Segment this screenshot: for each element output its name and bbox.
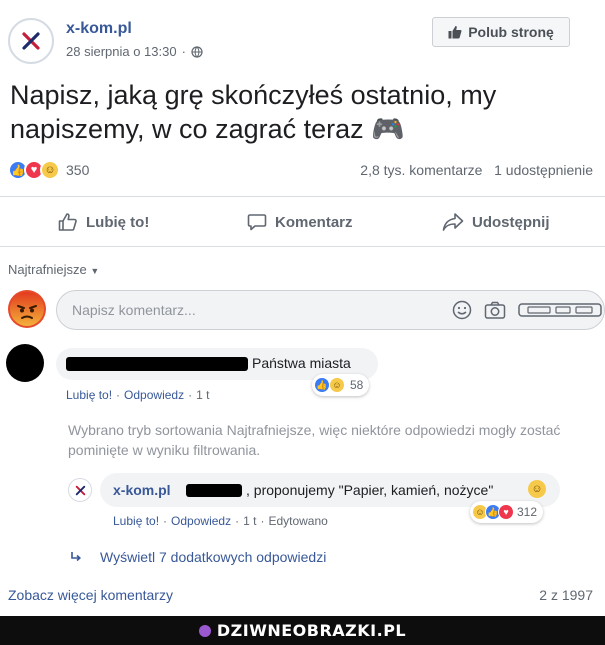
x-logo-icon [22, 32, 40, 50]
composer-tools [452, 300, 602, 320]
reactions-summary[interactable]: 👍 ♥ ☺ 350 [8, 160, 89, 180]
sort-dropdown[interactable]: Najtrafniejsze ▼ [8, 262, 99, 277]
reply-author[interactable]: x-kom.pl [113, 482, 171, 498]
haha-reaction-icon: ☺ [40, 160, 60, 180]
angry-face-icon [10, 292, 44, 326]
gif-icon[interactable] [518, 302, 602, 318]
thumbs-up-icon [448, 26, 462, 39]
love-reaction-icon: ♥ [498, 504, 514, 520]
reply-arrow-icon [71, 552, 82, 562]
like-page-button[interactable]: Polub stronę [432, 17, 570, 47]
separator-dot: · [188, 388, 193, 402]
reply-reactions[interactable]: ☺ 👍 ♥ 312 [470, 501, 544, 523]
comment-reaction-count: 58 [350, 378, 364, 392]
sort-label: Najtrafniejsze [8, 262, 87, 277]
comment-like-link[interactable]: Lubię to! [66, 388, 112, 402]
like-label: Lubię to! [86, 213, 150, 231]
user-avatar [8, 290, 46, 328]
watermark-text: DZIWNEOBRAZKI.PL [216, 621, 407, 640]
post-date[interactable]: 28 sierpnia o 13:30 [66, 44, 177, 59]
like-reaction-icon: 👍 [314, 377, 330, 393]
reply-actions: Lubię to! · Odpowiedz · 1 t · Edytowano [113, 514, 328, 528]
thumbs-up-outline-icon [58, 213, 77, 231]
watermark-bar: DZIWNEOBRAZKI.PL [0, 616, 605, 645]
comment-time[interactable]: 1 t [196, 388, 209, 402]
comment-icon [247, 214, 267, 231]
page-avatar[interactable] [8, 18, 54, 64]
comment-page-count: 2 z 1997 [539, 587, 593, 603]
reply-text: , proponujemy "Papier, kamień, nożyce" [246, 482, 494, 498]
comment-placeholder: Napisz komentarz... [72, 302, 196, 318]
comment-label: Komentarz [275, 213, 353, 231]
separator-dot: · [163, 514, 168, 528]
like-button[interactable]: Lubię to! [58, 208, 149, 236]
filter-note: Wybrano tryb sortowania Najtrafniejsze, … [68, 422, 561, 458]
camera-icon[interactable] [484, 300, 506, 320]
watermark: DZIWNEOBRAZKI.PL [198, 621, 407, 640]
edited-label[interactable]: Edytowano [268, 514, 327, 528]
divider [0, 196, 605, 197]
post-text: Napisz, jaką grę skończyłeś ostatnio, my… [10, 80, 497, 144]
caret-down-icon: ▼ [90, 266, 100, 276]
separator-dot: · [260, 514, 265, 528]
divider [0, 246, 605, 247]
more-replies-link[interactable]: Wyświetl 7 dodatkowych odpowiedzi [70, 549, 326, 565]
post-meta: 28 sierpnia o 13:30 · [66, 44, 203, 59]
haha-reaction-icon: ☺ [329, 377, 345, 393]
like-page-label: Polub stronę [468, 24, 554, 40]
share-button[interactable]: Udostępnij [442, 208, 550, 236]
redacted-mention [186, 484, 242, 497]
reaction-count: 350 [66, 162, 90, 178]
comment-reply-link[interactable]: Odpowiedz [124, 388, 184, 402]
reply-like-link[interactable]: Lubię to! [113, 514, 159, 528]
share-icon [442, 213, 464, 231]
share-label: Udostępnij [472, 213, 550, 231]
comment-reactions[interactable]: 👍 ☺ 58 [312, 374, 370, 396]
smile-emoji-icon: ☺ [528, 480, 546, 498]
comment-actions: Lubię to! · Odpowiedz · 1 t [66, 388, 209, 402]
redacted-name [66, 357, 248, 371]
see-more-comments-link[interactable]: Zobacz więcej komentarzy [8, 587, 173, 603]
reply-reaction-count: 312 [517, 505, 538, 519]
separator-dot: · [235, 514, 240, 528]
reply-time[interactable]: 1 t [243, 514, 256, 528]
site-logo-icon [198, 624, 211, 637]
reply-page-avatar[interactable] [68, 478, 92, 502]
comments-count[interactable]: 2,8 tys. komentarze [360, 162, 482, 178]
post-stats: 2,8 tys. komentarze 1 udostępnienie [360, 162, 593, 178]
x-logo-icon [75, 485, 85, 495]
page-name[interactable]: x-kom.pl [66, 20, 132, 38]
separator-dot: · [181, 44, 186, 59]
shares-count[interactable]: 1 udostępnienie [494, 162, 593, 178]
comment-text: Państwa miasta [252, 355, 351, 371]
globe-icon [191, 45, 203, 58]
commenter-avatar[interactable] [6, 344, 44, 382]
separator-dot: · [116, 388, 121, 402]
more-replies-label: Wyświetl 7 dodatkowych odpowiedzi [100, 549, 327, 565]
emoji-icon[interactable] [452, 300, 472, 320]
reply-reply-link[interactable]: Odpowiedz [171, 514, 231, 528]
comment-button[interactable]: Komentarz [247, 208, 353, 236]
